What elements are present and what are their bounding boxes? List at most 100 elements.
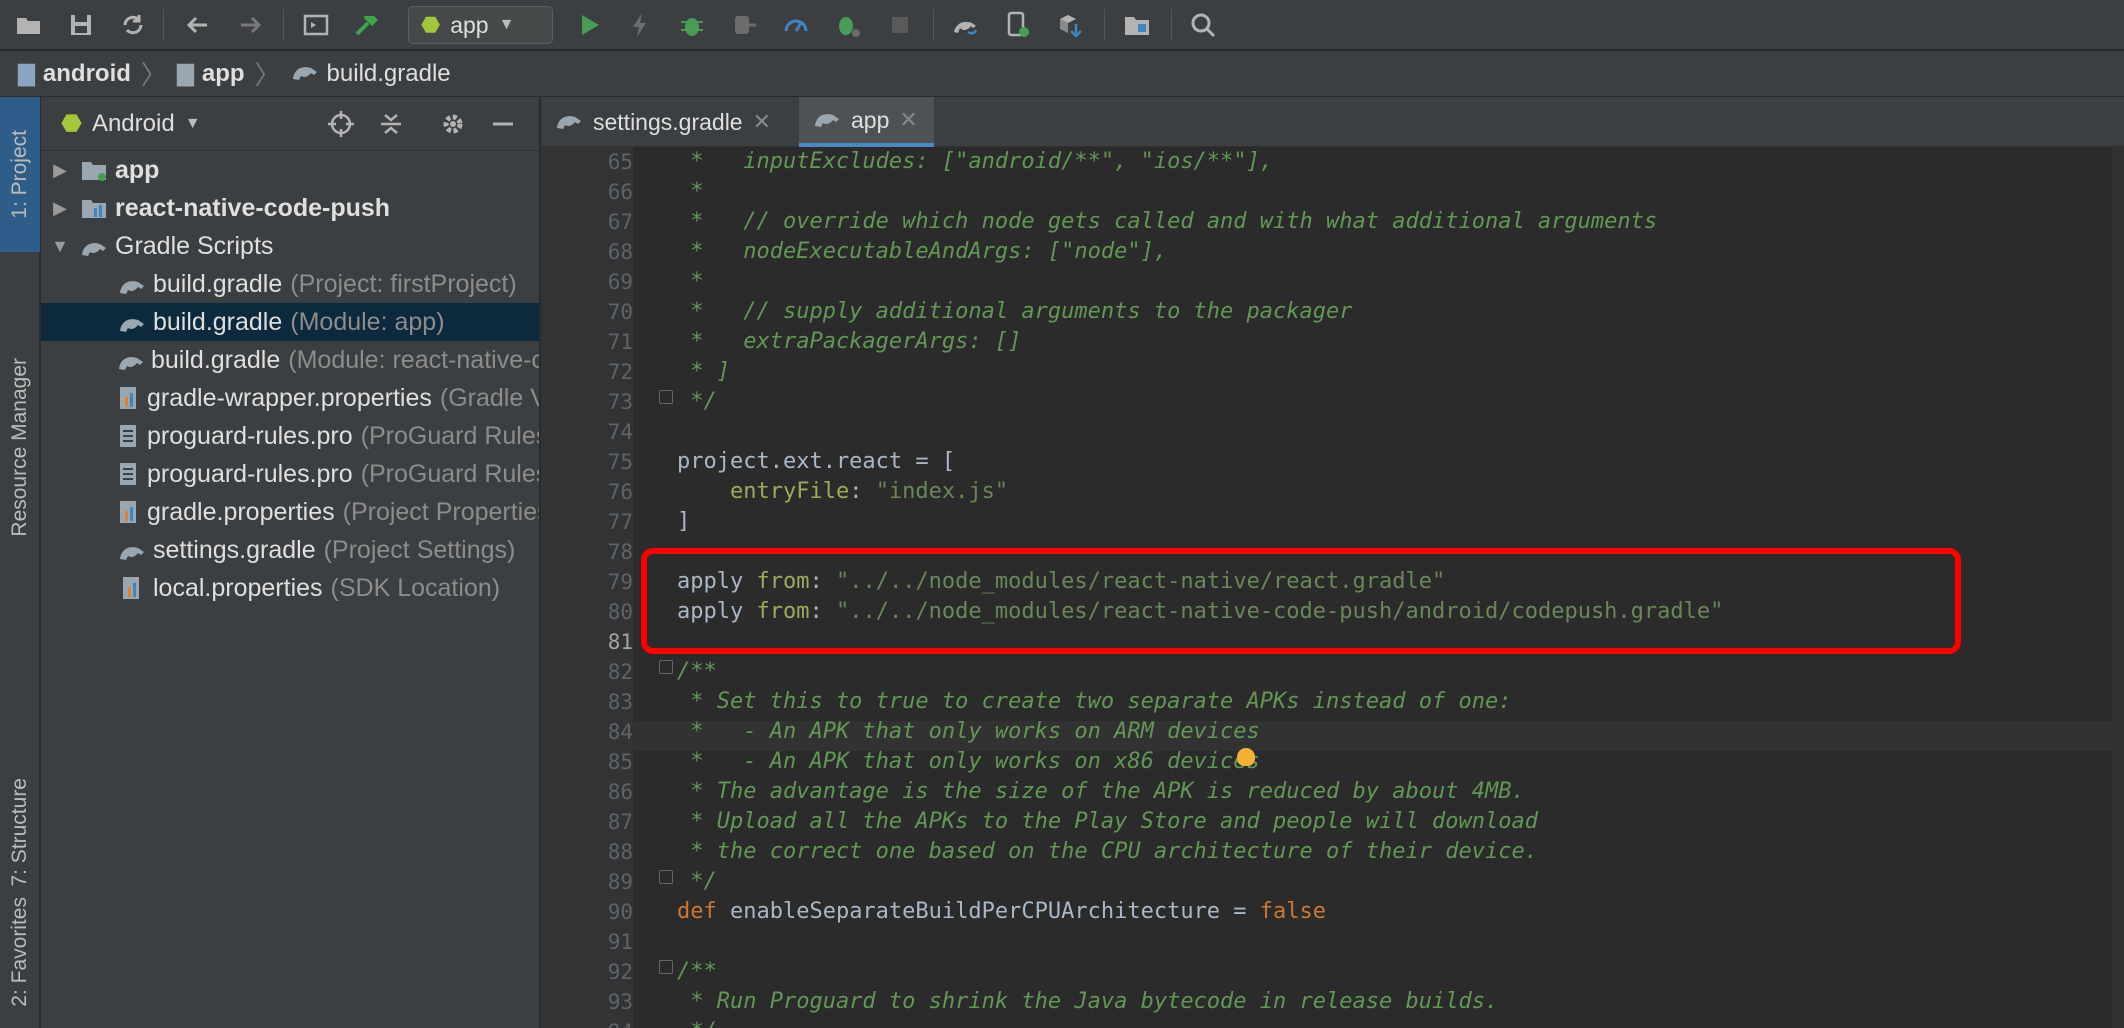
line-number: 86	[607, 780, 633, 804]
code-line[interactable]: * ]	[677, 357, 730, 387]
sync-icon[interactable]	[116, 8, 150, 42]
expand-arrow-icon[interactable]: ▶	[49, 198, 71, 219]
code-line[interactable]: entryFile: "index.js"	[677, 477, 1008, 507]
gradle-sync-icon[interactable]	[948, 8, 982, 42]
tree-item-gradle-properties[interactable]: gradle.properties (Project Properties)	[41, 493, 539, 531]
breadcrumb-item-android[interactable]: ▇ android	[18, 60, 131, 88]
fold-marker-icon[interactable]	[659, 870, 673, 884]
attach-debugger-icon[interactable]	[727, 8, 761, 42]
expand-arrow-icon[interactable]: ▶	[49, 160, 71, 181]
sdk-manager-icon[interactable]	[1052, 8, 1086, 42]
locate-icon[interactable]	[326, 109, 356, 146]
code-line[interactable]: * - An APK that only works on ARM device…	[677, 717, 1260, 747]
line-number: 74	[607, 420, 633, 444]
tree-item-build-gradle-project[interactable]: build.gradle (Project: firstProject)	[41, 265, 539, 303]
tree-item-build-gradle-app[interactable]: build.gradle (Module: app)	[41, 303, 539, 341]
tree-item-label: proguard-rules.pro	[147, 459, 353, 488]
code-line[interactable]: project.ext.react = [	[677, 447, 955, 477]
module-folder-icon	[79, 155, 109, 185]
tab-resource-manager[interactable]: Resource Manager	[0, 282, 40, 612]
tree-item-hint: (SDK Location)	[330, 573, 501, 602]
code-line[interactable]: * // override which node gets called and…	[677, 207, 1657, 237]
code-line[interactable]: ]	[677, 507, 690, 537]
close-icon[interactable]: ✕	[753, 109, 771, 135]
code-token: "index.js"	[875, 479, 1009, 504]
open-icon[interactable]	[12, 8, 46, 42]
android-icon: ⬣	[421, 12, 441, 37]
code-line[interactable]: * the correct one based on the CPU archi…	[677, 837, 1538, 867]
tree-item-gradle-scripts[interactable]: ▼ Gradle Scripts	[41, 227, 539, 265]
build-hammer-icon[interactable]	[350, 8, 384, 42]
code-line[interactable]: def enableSeparateBuildPerCPUArchitectur…	[677, 897, 1326, 927]
tree-item-gradle-wrapper-properties[interactable]: gradle-wrapper.properties(Gradle Version…	[41, 379, 539, 417]
line-number: 92	[607, 960, 633, 984]
debug-icon[interactable]	[675, 8, 709, 42]
fold-marker-icon[interactable]	[659, 390, 673, 404]
close-icon[interactable]: ✕	[899, 107, 917, 133]
tree-item-app[interactable]: ▶ app	[41, 151, 539, 189]
gradle-elephant-icon	[79, 231, 109, 261]
code-line[interactable]: * nodeExecutableAndArgs: ["node"],	[677, 237, 1167, 267]
tab-label: settings.gradle	[593, 108, 743, 135]
search-icon[interactable]	[1186, 8, 1220, 42]
tree-item-react-native-code-push[interactable]: ▶ react-native-code-push	[41, 189, 539, 227]
collapse-all-icon[interactable]	[376, 109, 406, 146]
gear-icon[interactable]	[438, 109, 468, 146]
apply-changes-icon[interactable]	[623, 8, 657, 42]
code-line[interactable]: */	[677, 1017, 717, 1028]
avd-manager-icon[interactable]	[1000, 8, 1034, 42]
tab-settings-gradle[interactable]: settings.gradle ✕	[541, 97, 791, 147]
tab-label: 2: Favorites	[8, 897, 31, 1007]
chevron-down-icon[interactable]: ▼	[185, 115, 201, 133]
code-line[interactable]: /**	[677, 657, 717, 687]
project-view-selector[interactable]: Android	[92, 110, 175, 138]
lightbulb-icon[interactable]	[1237, 748, 1255, 766]
tab-favorites[interactable]: 2: Favorites	[0, 882, 40, 1022]
run-icon[interactable]	[572, 8, 606, 42]
run-configuration-label: app	[450, 11, 489, 38]
back-icon[interactable]	[181, 8, 215, 42]
tree-item-proguard-rules-code-push[interactable]: proguard-rules.pro(ProGuard Rules for re…	[41, 455, 539, 493]
code-line[interactable]: *	[677, 177, 703, 207]
code-line[interactable]: * Set this to true to create two separat…	[677, 687, 1511, 717]
highlight-annotation-box	[641, 548, 1961, 654]
fold-marker-icon[interactable]	[659, 660, 673, 674]
collapse-arrow-icon[interactable]: ▼	[49, 236, 71, 257]
code-line[interactable]: */	[677, 867, 717, 897]
tree-item-hint: (Project: firstProject)	[290, 269, 517, 298]
run-configuration-dropdown[interactable]: ⬣ app ▼	[408, 6, 553, 44]
tree-item-label: settings.gradle	[153, 535, 316, 564]
code-line[interactable]: * The advantage is the size of the APK i…	[677, 777, 1524, 807]
code-line[interactable]: * // supply additional arguments to the …	[677, 297, 1352, 327]
project-structure-icon[interactable]	[1120, 8, 1154, 42]
tab-label: 1: Project	[8, 130, 31, 219]
code-line[interactable]: * Upload all the APKs to the Play Store …	[677, 807, 1538, 837]
tab-app[interactable]: app ✕	[799, 97, 934, 147]
line-number: 84	[607, 720, 633, 744]
fold-marker-icon[interactable]	[659, 960, 673, 974]
breadcrumb-item-build-gradle[interactable]: build.gradle	[291, 59, 451, 88]
stop-icon[interactable]	[883, 8, 917, 42]
debug-bug-icon[interactable]	[831, 8, 865, 42]
tree-item-proguard-rules-app[interactable]: proguard-rules.pro(ProGuard Rules for ap…	[41, 417, 539, 455]
breadcrumb-item-app[interactable]: ▇ app	[177, 60, 245, 88]
code-line[interactable]: * - An APK that only works on x86 device…	[677, 747, 1260, 777]
line-number: 83	[607, 690, 633, 714]
code-line[interactable]: * Run Proguard to shrink the Java byteco…	[677, 987, 1498, 1017]
tree-item-build-gradle-code-push[interactable]: build.gradle(Module: react-native-code-p…	[41, 341, 539, 379]
tree-item-local-properties[interactable]: local.properties (SDK Location)	[41, 569, 539, 607]
code-line[interactable]: *	[677, 267, 703, 297]
save-icon[interactable]	[64, 8, 98, 42]
minimize-icon[interactable]	[488, 109, 518, 146]
tree-item-settings-gradle[interactable]: settings.gradle (Project Settings)	[41, 531, 539, 569]
editor-scrollbar[interactable]	[2112, 147, 2124, 1028]
tab-project[interactable]: 1: Project	[0, 97, 40, 252]
code-line[interactable]: */	[677, 387, 717, 417]
layout-icon[interactable]	[299, 8, 333, 42]
forward-icon[interactable]	[233, 8, 267, 42]
profile-icon[interactable]	[779, 8, 813, 42]
line-number: 93	[607, 990, 633, 1014]
code-line[interactable]: * inputExcludes: ["android/**", "ios/**"…	[677, 147, 1273, 177]
code-line[interactable]: * extraPackagerArgs: []	[677, 327, 1021, 357]
code-line[interactable]: /**	[677, 957, 717, 987]
